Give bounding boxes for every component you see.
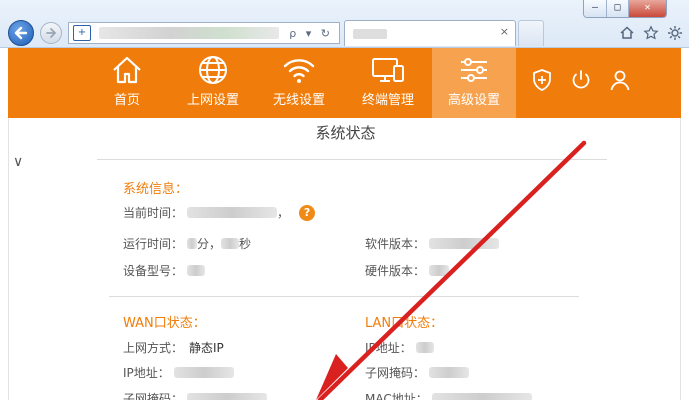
annotation-arrow: [316, 140, 587, 400]
page: — □ ✕ + ρ ▾ ↻ × 首页 上网设置 无线设置 终端管理 高级设置 ∨…: [0, 0, 689, 400]
